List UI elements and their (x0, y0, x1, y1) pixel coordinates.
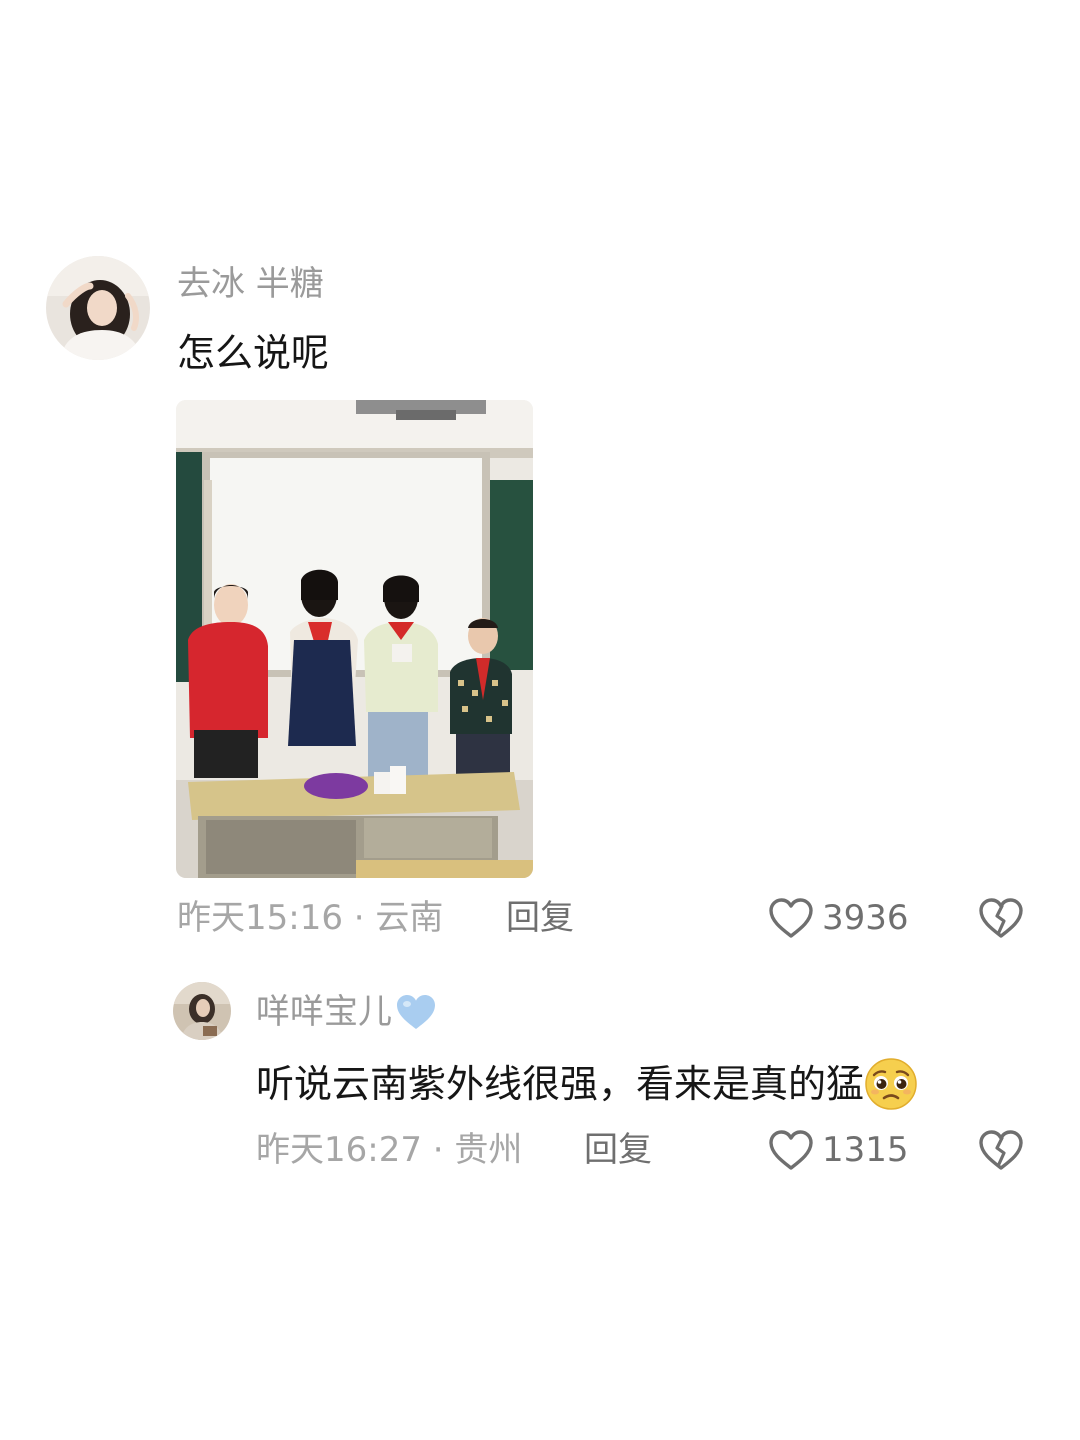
comment-text: 怎么说呢 (177, 331, 330, 375)
like-count: 3936 (822, 898, 909, 938)
reply-button[interactable]: 回复 (584, 1128, 652, 1172)
avatar[interactable] (173, 982, 231, 1040)
username[interactable]: 咩咩宝儿 (256, 990, 438, 1034)
meta-separator: · (342, 898, 376, 938)
dislike-button[interactable] (978, 1128, 1024, 1172)
heart-outline-icon (769, 1130, 813, 1170)
comment-image[interactable] (176, 400, 533, 878)
reply-button[interactable]: 回复 (506, 896, 574, 940)
avatar[interactable] (46, 256, 150, 360)
light-blue-heart-icon (397, 995, 435, 1029)
location: 云南 (375, 898, 444, 938)
broken-heart-icon (979, 1130, 1023, 1170)
avatar-photo-icon (46, 256, 150, 360)
location: 贵州 (454, 1130, 523, 1170)
timestamp: 昨天15:16 (177, 898, 343, 938)
pleading-face-emoji-icon (865, 1058, 917, 1110)
comment-meta: 昨天15:16 · 云南 (177, 896, 443, 940)
meta-separator: · (421, 1130, 455, 1170)
username-text: 咩咩宝儿 (256, 992, 392, 1032)
like-count: 1315 (822, 1130, 909, 1170)
comment-text-content: 听说云南紫外线很强，看来是真的猛 (256, 1062, 865, 1106)
heart-outline-icon (769, 898, 813, 938)
username[interactable]: 去冰 半糖 (177, 264, 324, 304)
dislike-button[interactable] (978, 896, 1024, 940)
timestamp: 昨天16:27 (256, 1130, 422, 1170)
like-button[interactable]: 3936 (768, 896, 909, 940)
like-button[interactable]: 1315 (768, 1128, 909, 1172)
broken-heart-icon (979, 898, 1023, 938)
comment-text: 听说云南紫外线很强，看来是真的猛 (256, 1057, 918, 1111)
avatar-photo-icon (173, 982, 231, 1040)
comment-meta: 昨天16:27 · 贵州 (256, 1128, 522, 1172)
